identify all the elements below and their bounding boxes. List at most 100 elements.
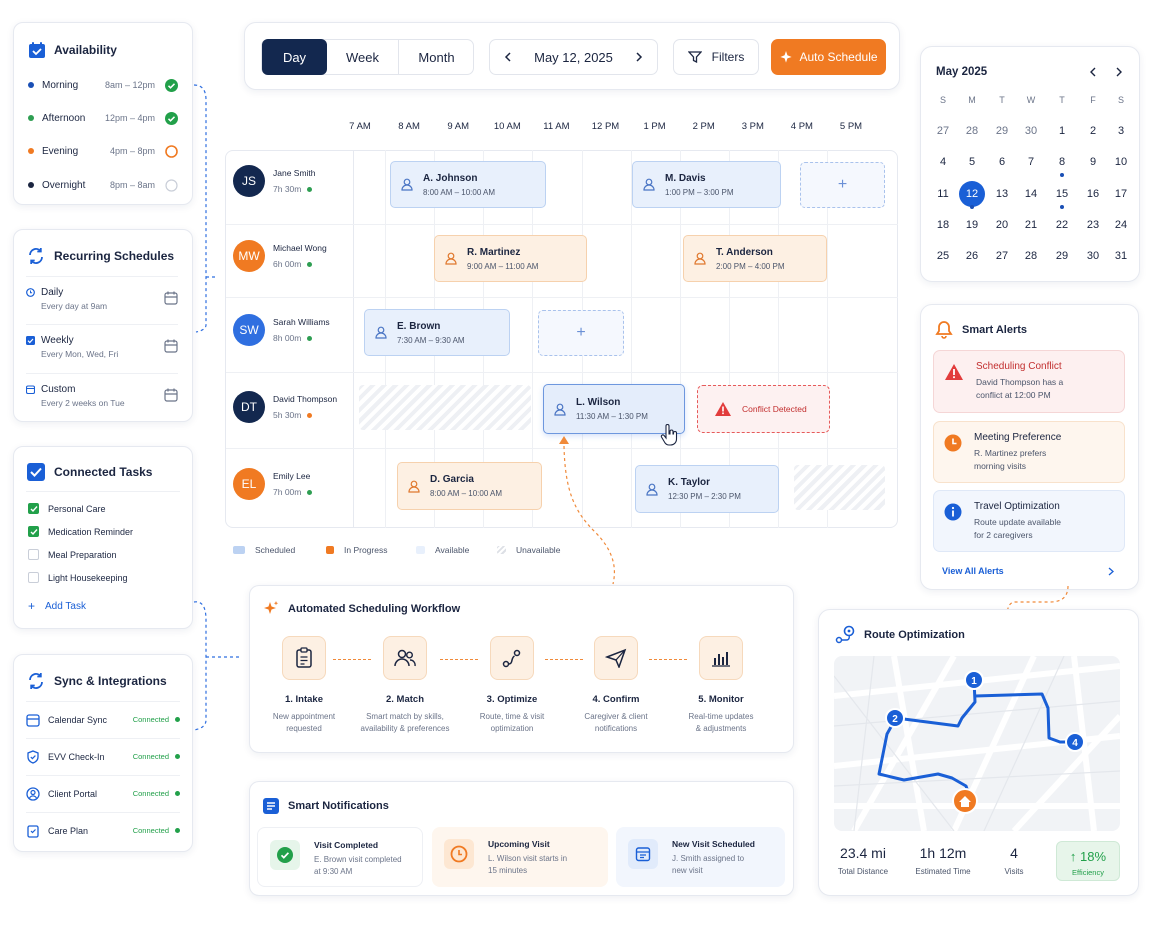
chevron-left-icon[interactable] — [504, 52, 512, 62]
visit-k-taylor[interactable]: K. Taylor 12:30 PM – 2:30 PM — [635, 465, 779, 513]
caregiver-row[interactable]: EL Emily Lee 7h 00m — [233, 468, 313, 500]
sync-item-evv[interactable]: EVV Check-In Connected — [26, 738, 180, 774]
calendar-day[interactable]: 21 — [1019, 219, 1043, 231]
alert-travel-optimization[interactable]: Travel Optimization Route update availabl… — [933, 490, 1125, 552]
calendar-day[interactable]: 25 — [931, 250, 955, 262]
checkbox-unchecked[interactable] — [28, 549, 39, 560]
calendar-day[interactable]: 14 — [1019, 188, 1043, 200]
recurring-item-weekly[interactable]: Weekly Every Mon, Wed, Fri — [26, 324, 178, 366]
calendar-day-selected[interactable]: 12 — [959, 181, 985, 207]
calendar-day[interactable]: 3 — [1109, 125, 1133, 137]
notification-new-visit[interactable]: New Visit Scheduled J. Smith assigned to n… — [616, 827, 785, 887]
calendar-day[interactable]: 22 — [1050, 219, 1074, 231]
calendar-day[interactable]: 7 — [1019, 156, 1043, 168]
visit-d-garcia[interactable]: D. Garcia 8:00 AM – 10:00 AM — [397, 462, 542, 510]
calendar-day[interactable]: 1 — [1050, 125, 1074, 137]
calendar-day[interactable]: 29 — [1050, 250, 1074, 262]
task-meal-preparation[interactable]: Meal Preparation — [28, 549, 117, 560]
add-task-button[interactable]: + Add Task — [28, 599, 86, 613]
recurring-item-custom[interactable]: Custom Every 2 weeks on Tue — [26, 373, 178, 415]
visit-e-brown[interactable]: E. Brown 7:30 AM – 9:30 AM — [364, 309, 510, 356]
sync-item-client-portal[interactable]: Client Portal Connected — [26, 775, 180, 811]
visit-a-johnson[interactable]: A. Johnson 8:00 AM – 10:00 AM — [390, 161, 546, 208]
calendar-day[interactable]: 16 — [1081, 188, 1105, 200]
calendar-day[interactable]: 23 — [1081, 219, 1105, 231]
calendar-day[interactable]: 18 — [931, 219, 955, 231]
task-personal-care[interactable]: Personal Care — [28, 503, 106, 514]
calendar-day[interactable]: 28 — [1019, 250, 1043, 262]
check-circle-icon[interactable] — [165, 111, 178, 125]
calendar-icon[interactable] — [164, 291, 178, 305]
workflow-step-monitor[interactable]: 5. Monitor Real-time updates & adjustments — [671, 636, 771, 735]
calendar-day[interactable]: 17 — [1109, 188, 1133, 200]
calendar-day[interactable]: 15 — [1050, 188, 1074, 200]
auto-schedule-button[interactable]: Auto Schedule — [771, 39, 886, 75]
workflow-step-match[interactable]: 2. Match Smart match by skills, availabili… — [355, 636, 455, 735]
recurring-item-daily[interactable]: Daily Every day at 9am — [26, 276, 178, 318]
task-medication-reminder[interactable]: Medication Reminder — [28, 526, 133, 537]
workflow-step-confirm[interactable]: 4. Confirm Caregiver & client notification… — [566, 636, 666, 735]
calendar-day[interactable]: 24 — [1109, 219, 1133, 231]
filters-button[interactable]: Filters — [673, 39, 759, 75]
tab-month[interactable]: Month — [400, 39, 473, 75]
calendar-day[interactable]: 9 — [1081, 156, 1105, 168]
calendar-day[interactable]: 29 — [990, 125, 1014, 137]
calendar-day[interactable]: 30 — [1081, 250, 1105, 262]
caregiver-row[interactable]: JS Jane Smith 7h 30m — [233, 165, 316, 197]
route-map[interactable]: 1 2 4 — [834, 656, 1120, 831]
tab-day[interactable]: Day — [262, 39, 327, 75]
notification-upcoming-visit[interactable]: Upcoming Visit L. Wilson visit starts in 1… — [432, 827, 608, 887]
caregiver-row[interactable]: SW Sarah Williams 8h 00m — [233, 314, 330, 346]
workflow-step-optimize[interactable]: 3. Optimize Route, time & visit optimizati… — [462, 636, 562, 735]
calendar-day[interactable]: 28 — [960, 125, 984, 137]
chevron-right-icon[interactable] — [1108, 567, 1114, 576]
task-light-housekeeping[interactable]: Light Housekeeping — [28, 572, 128, 583]
checkbox-checked[interactable] — [28, 526, 39, 537]
calendar-day[interactable]: 13 — [990, 188, 1014, 200]
chevron-right-icon[interactable] — [635, 52, 643, 62]
conflict-badge[interactable]: Conflict Detected — [697, 385, 830, 433]
checkbox-checked[interactable] — [28, 503, 39, 514]
tab-week[interactable]: Week — [327, 39, 399, 75]
calendar-day[interactable]: 27 — [931, 125, 955, 137]
workflow-step-intake[interactable]: 1. Intake New appointment requested — [254, 636, 354, 735]
calendar-icon[interactable] — [164, 339, 178, 353]
calendar-day[interactable]: 6 — [990, 156, 1014, 168]
caregiver-row[interactable]: MW Michael Wong 6h 00m — [233, 240, 327, 272]
visit-t-anderson[interactable]: T. Anderson 2:00 PM – 4:00 PM — [683, 235, 827, 282]
alert-scheduling-conflict[interactable]: Scheduling Conflict David Thompson has a c… — [933, 350, 1125, 413]
check-circle-icon[interactable] — [165, 78, 178, 92]
calendar-icon[interactable] — [164, 388, 178, 402]
calendar-day[interactable]: 8 — [1050, 156, 1074, 168]
sync-item-care-plan[interactable]: Care Plan Connected — [26, 812, 180, 848]
calendar-day[interactable]: 11 — [931, 188, 955, 200]
chevron-right-icon[interactable] — [1115, 67, 1123, 77]
availability-afternoon[interactable]: Afternoon 12pm – 4pm — [28, 108, 178, 128]
sync-item-calendar[interactable]: Calendar Sync Connected — [26, 701, 180, 737]
view-all-alerts-link[interactable]: View All Alerts — [942, 566, 1004, 576]
calendar-day[interactable]: 19 — [960, 219, 984, 231]
availability-evening[interactable]: Evening 4pm – 8pm — [28, 141, 178, 161]
calendar-day[interactable]: 20 — [990, 219, 1014, 231]
alert-meeting-preference[interactable]: Meeting Preference R. Martinez prefers mor… — [933, 421, 1125, 483]
visit-r-martinez[interactable]: R. Martinez 9:00 AM – 11:00 AM — [434, 235, 587, 282]
calendar-day[interactable]: 26 — [960, 250, 984, 262]
calendar-day[interactable]: 5 — [960, 156, 984, 168]
calendar-day[interactable]: 4 — [931, 156, 955, 168]
notification-visit-completed[interactable]: Visit Completed E. Brown visit completed a… — [257, 827, 423, 887]
checkbox-unchecked[interactable] — [28, 572, 39, 583]
calendar-day[interactable]: 27 — [990, 250, 1014, 262]
chevron-left-icon[interactable] — [1089, 67, 1097, 77]
empty-circle-icon[interactable] — [165, 178, 178, 192]
visit-m-davis[interactable]: M. Davis 1:00 PM – 3:00 PM — [632, 161, 781, 208]
calendar-day[interactable]: 31 — [1109, 250, 1133, 262]
availability-morning[interactable]: Morning 8am – 12pm — [28, 75, 178, 95]
caregiver-row[interactable]: DT David Thompson 5h 30m — [233, 391, 337, 423]
partial-circle-icon[interactable] — [165, 144, 178, 158]
calendar-day[interactable]: 10 — [1109, 156, 1133, 168]
add-visit-slot[interactable]: + — [800, 162, 885, 208]
add-visit-slot[interactable]: + — [538, 310, 624, 356]
availability-overnight[interactable]: Overnight 8pm – 8am — [28, 175, 178, 195]
calendar-day[interactable]: 30 — [1019, 125, 1043, 137]
calendar-day[interactable]: 2 — [1081, 125, 1105, 137]
